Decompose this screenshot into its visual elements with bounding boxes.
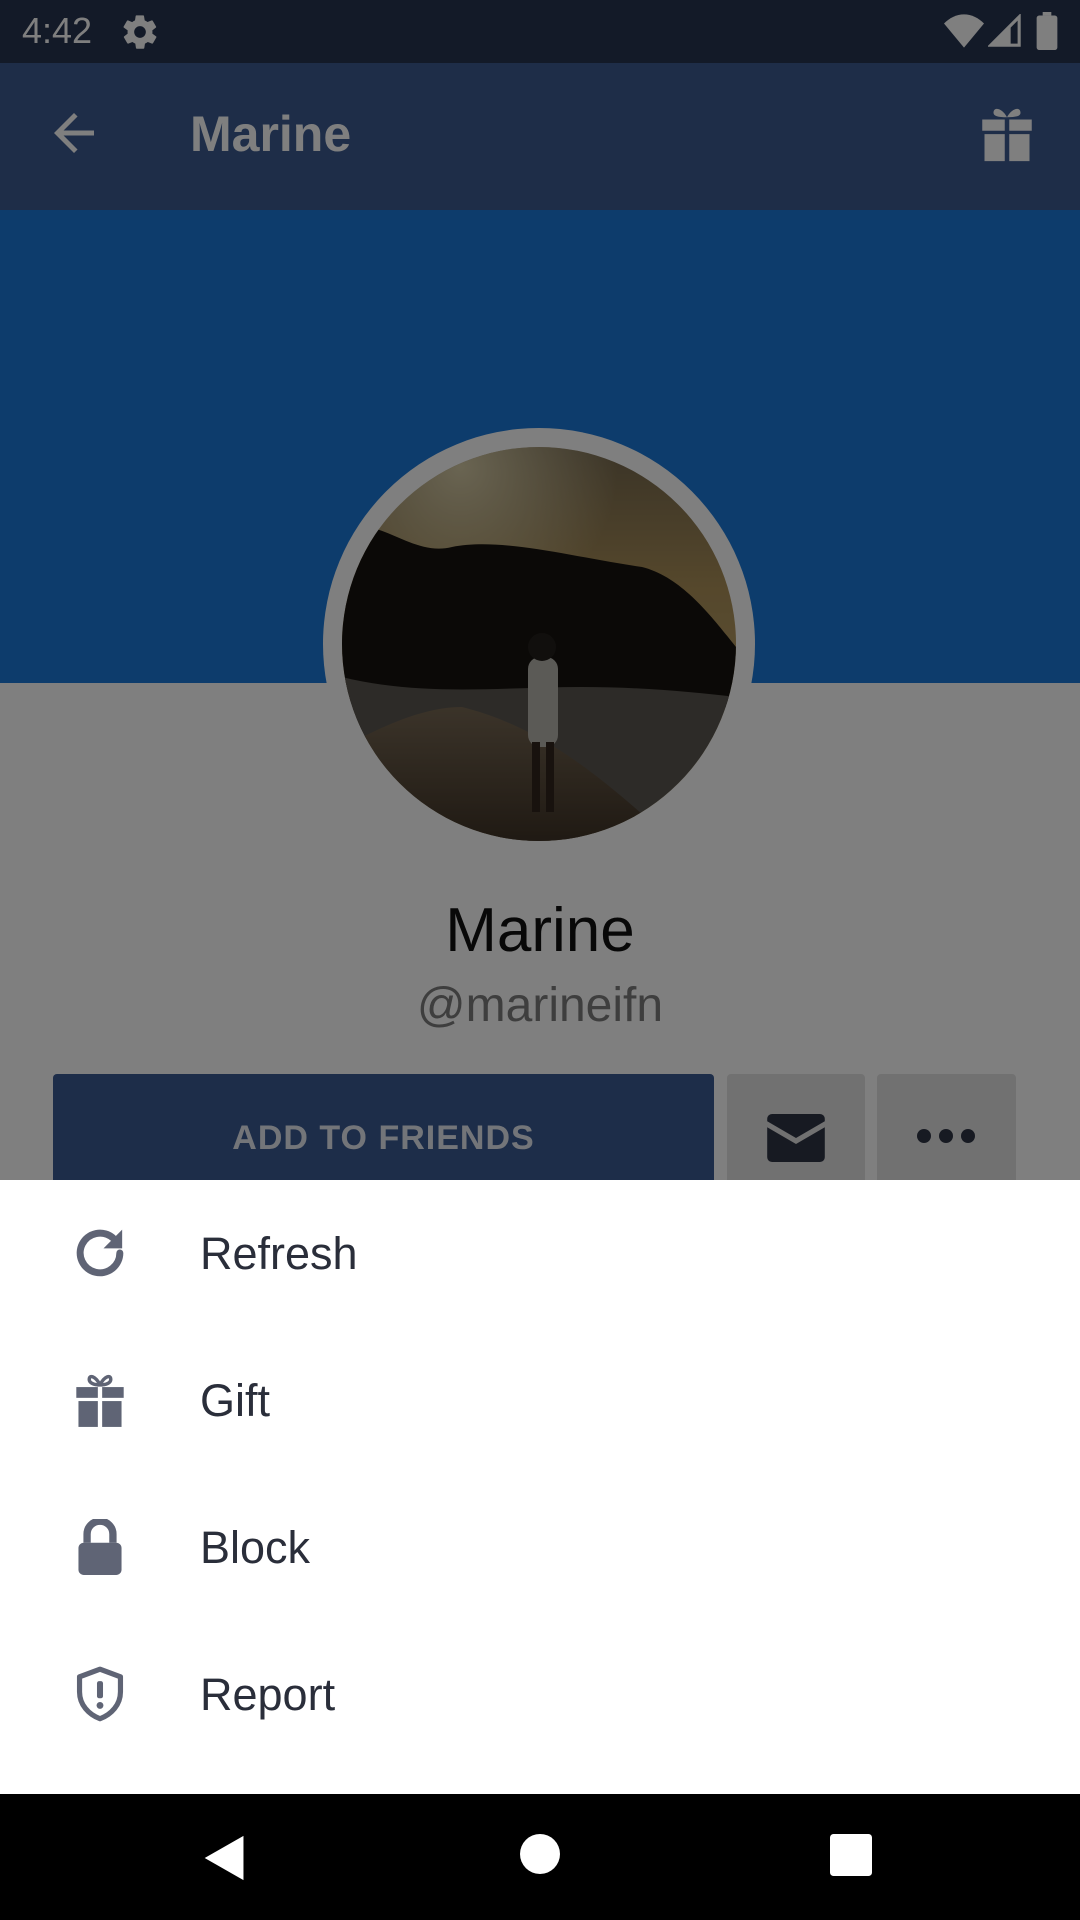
sheet-item-gift[interactable]: Gift	[0, 1327, 1080, 1474]
sheet-item-label: Gift	[200, 1375, 271, 1426]
sheet-item-label: Block	[200, 1522, 311, 1573]
system-nav-bar	[0, 1794, 1080, 1920]
sheet-item-label: Refresh	[200, 1228, 358, 1279]
sheet-item-report[interactable]: Report	[0, 1621, 1080, 1768]
modal-scrim[interactable]	[0, 0, 1080, 1180]
nav-home-icon[interactable]	[520, 1834, 560, 1874]
gift-icon	[76, 1374, 124, 1427]
lock-icon	[78, 1519, 122, 1575]
sheet-item-label: Report	[200, 1669, 336, 1720]
nav-back-icon[interactable]	[202, 1834, 248, 1882]
sheet-item-refresh[interactable]: Refresh	[0, 1180, 1080, 1327]
options-bottom-sheet: Refresh Gift Block Report	[0, 1180, 1080, 1794]
shield-alert-icon	[76, 1666, 124, 1722]
sheet-item-block[interactable]: Block	[0, 1474, 1080, 1621]
nav-recents-icon[interactable]	[830, 1834, 872, 1876]
refresh-icon	[76, 1229, 124, 1277]
